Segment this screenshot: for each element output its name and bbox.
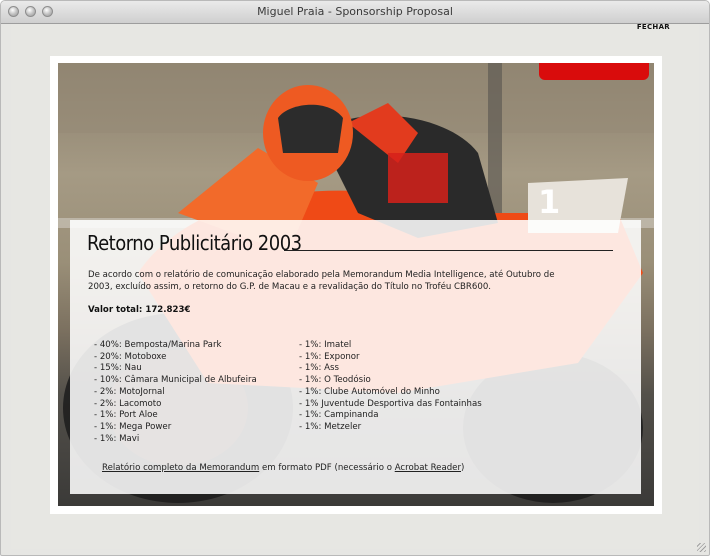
list-item: - 1% Juventude Desportiva das Fontainhas [299,398,482,409]
list-item: - 1%: Metzeler [299,421,362,432]
list-item: - 1%: Ass [299,363,339,374]
svg-text:1: 1 [538,183,560,221]
list-item: - 10%: Câmara Municipal de Albufeira [94,375,257,386]
title-underline [284,250,613,251]
sponsor-list-right: - 1%: Imatel - 1%: Exponor - 1%: Ass - 1… [299,340,482,434]
resize-grip-icon[interactable] [697,543,706,552]
footer-text: em formato PDF (necessário o [259,463,395,473]
page-title: Retorno Publicitário 2003 [87,231,302,255]
report-footer: Relatório completo da Memorandum em form… [102,463,464,473]
total-value: Valor total: 172.823€ [88,305,191,315]
list-item: - 1%: Exponor [299,351,360,362]
acrobat-reader-link[interactable]: Acrobat Reader [395,463,461,473]
list-item: - 1%: Clube Automóvel do Minho [299,386,440,397]
intro-paragraph: De acordo com o relatório de comunicação… [88,270,555,292]
title-bar[interactable]: Miguel Praia - Sponsorship Proposal [1,1,709,24]
report-link[interactable]: Relatório completo da Memorandum [102,463,259,473]
accent-tab [539,63,649,80]
list-item: - 1%: Mega Power [94,421,172,432]
list-item: - 1%: Campinanda [299,410,379,421]
list-item: - 1%: Imatel [299,340,352,350]
sponsor-list-left: - 40%: Bemposta/Marina Park - 20%: Motob… [94,340,257,445]
list-item: - 20%: Motoboxe [94,351,167,362]
list-item: - 1%: Mavi [94,433,140,444]
browser-window: Miguel Praia - Sponsorship Proposal FECH… [0,0,710,556]
list-item: - 1%: O Teodósio [299,375,371,386]
list-item: - 15%: Nau [94,363,142,374]
list-item: - 1%: Port Aloe [94,410,158,421]
list-item: - 40%: Bemposta/Marina Park [94,340,222,350]
close-link[interactable]: FECHAR [637,23,670,31]
list-item: - 2%: Lacomoto [94,398,162,409]
window-title: Miguel Praia - Sponsorship Proposal [257,5,453,18]
list-item: - 2%: MotoJornal [94,386,165,397]
footer-end-text: ) [461,463,465,473]
